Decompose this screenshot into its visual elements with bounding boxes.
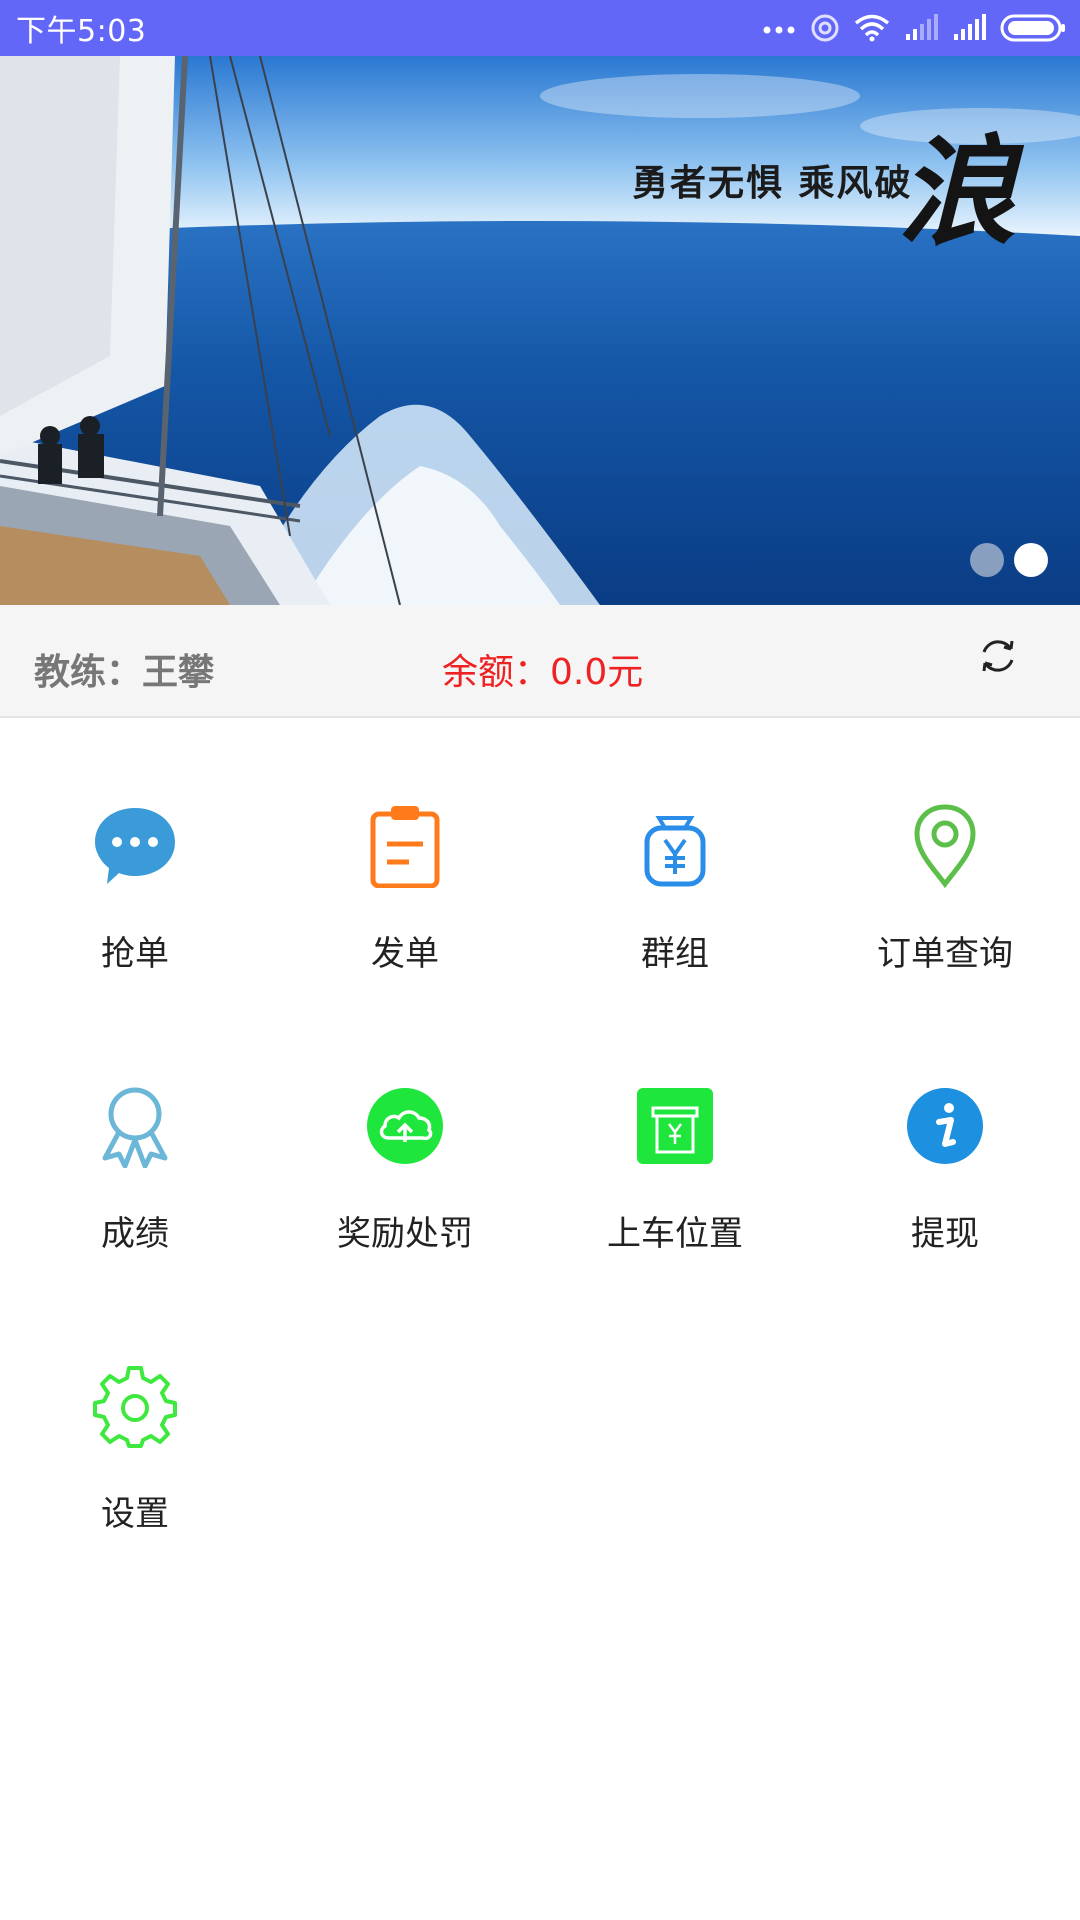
carousel-dot-1[interactable] (970, 543, 1004, 577)
menu-item-groups[interactable]: 群组 (540, 720, 810, 1000)
banner-carousel[interactable]: 勇者无惧 乘风破 浪 (0, 56, 1080, 605)
menu-item-order-query[interactable]: 订单查询 (810, 720, 1080, 1000)
gear-icon (93, 1366, 177, 1448)
refresh-icon[interactable] (978, 636, 1018, 676)
menu-item-withdraw[interactable]: 提现 (810, 1000, 1080, 1280)
signal-full-icon (954, 14, 986, 40)
coach-name: 教练：王攀 (34, 652, 215, 693)
menu-item-label: 成绩 (101, 1214, 169, 1254)
hotspot-icon (811, 14, 839, 42)
menu-item-scores[interactable]: 成绩 (0, 1000, 270, 1280)
menu-item-label: 设置 (101, 1494, 169, 1534)
menu-item-post-order[interactable]: 发单 (270, 720, 540, 1000)
menu-item-rewards-penalties[interactable]: 奖励处罚 (270, 1000, 540, 1280)
money-bag-icon (644, 816, 706, 887)
menu-item-label: 订单查询 (877, 934, 1013, 974)
chat-bubble-icon (95, 808, 175, 884)
more-dots-icon (763, 26, 795, 34)
wifi-icon (854, 14, 890, 42)
menu-item-settings[interactable]: 设置 (0, 1280, 270, 1560)
menu-item-pickup-location[interactable]: 上车位置 (540, 1000, 810, 1280)
cloud-upload-icon (367, 1088, 443, 1164)
status-icons (762, 0, 1066, 56)
balance-amount: 余额：0.0元 (442, 652, 644, 693)
status-time: 下午5:03 (16, 14, 147, 49)
menu-item-label: 上车位置 (607, 1214, 743, 1254)
battery-icon (1000, 14, 1065, 42)
menu-item-grab-order[interactable]: 抢单 (0, 720, 270, 1000)
location-pin-icon (914, 804, 976, 888)
receipt-icon (637, 1088, 713, 1164)
menu-item-label: 奖励处罚 (337, 1214, 473, 1254)
award-ribbon-icon (102, 1087, 168, 1168)
carousel-dot-2[interactable] (1014, 543, 1048, 577)
status-bar: 下午5:03 (0, 0, 1080, 56)
menu-item-label: 群组 (641, 934, 709, 974)
banner-calligraphy: 浪 (898, 122, 1017, 261)
info-icon (907, 1088, 983, 1164)
banner-slogan: 勇者无惧 乘风破 (632, 163, 913, 204)
menu-item-label: 提现 (911, 1214, 979, 1254)
menu-item-label: 抢单 (101, 934, 169, 974)
signal-weak-icon (906, 14, 938, 40)
clipboard-icon (370, 806, 440, 888)
menu-item-label: 发单 (371, 934, 439, 974)
carousel-indicator (970, 543, 1048, 577)
account-info-bar: 教练：王攀 余额：0.0元 (0, 605, 1080, 718)
